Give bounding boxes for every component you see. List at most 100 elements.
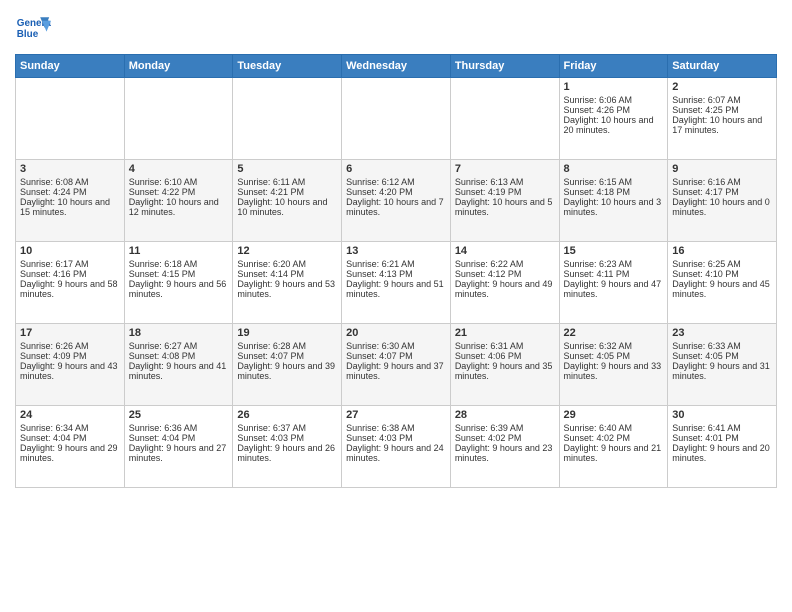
weekday-header-tuesday: Tuesday	[233, 55, 342, 78]
day-number: 22	[564, 327, 664, 339]
day-cell: 4Sunrise: 6:10 AMSunset: 4:22 PMDaylight…	[124, 160, 233, 242]
day-info-line: Sunset: 4:07 PM	[237, 351, 337, 361]
day-cell: 17Sunrise: 6:26 AMSunset: 4:09 PMDayligh…	[16, 324, 125, 406]
day-info-line: Sunset: 4:19 PM	[455, 187, 555, 197]
day-info-line: Daylight: 10 hours and 12 minutes.	[129, 197, 229, 217]
logo-icon: General Blue	[15, 10, 51, 46]
day-number: 17	[20, 327, 120, 339]
day-info-line: Sunset: 4:17 PM	[672, 187, 772, 197]
day-info-line: Sunset: 4:13 PM	[346, 269, 446, 279]
day-cell: 2Sunrise: 6:07 AMSunset: 4:25 PMDaylight…	[668, 78, 777, 160]
day-info-line: Sunset: 4:09 PM	[20, 351, 120, 361]
week-row-0: 1Sunrise: 6:06 AMSunset: 4:26 PMDaylight…	[16, 78, 777, 160]
day-info-line: Sunrise: 6:41 AM	[672, 423, 772, 433]
calendar-table: SundayMondayTuesdayWednesdayThursdayFrid…	[15, 54, 777, 488]
day-cell: 20Sunrise: 6:30 AMSunset: 4:07 PMDayligh…	[342, 324, 451, 406]
day-info-line: Sunset: 4:05 PM	[672, 351, 772, 361]
day-info-line: Daylight: 9 hours and 39 minutes.	[237, 361, 337, 381]
day-cell: 11Sunrise: 6:18 AMSunset: 4:15 PMDayligh…	[124, 242, 233, 324]
day-info-line: Sunset: 4:26 PM	[564, 105, 664, 115]
day-number: 2	[672, 81, 772, 93]
day-cell: 13Sunrise: 6:21 AMSunset: 4:13 PMDayligh…	[342, 242, 451, 324]
day-cell	[233, 78, 342, 160]
day-info-line: Sunrise: 6:08 AM	[20, 177, 120, 187]
day-number: 11	[129, 245, 229, 257]
day-info-line: Daylight: 9 hours and 23 minutes.	[455, 443, 555, 463]
day-cell: 6 Sunrise: 6:12 AMSunset: 4:20 PMDaylight…	[342, 160, 451, 242]
day-info-line: Sunrise: 6:34 AM	[20, 423, 120, 433]
day-info-line: Sunset: 4:24 PM	[20, 187, 120, 197]
day-info-line: Daylight: 9 hours and 47 minutes.	[564, 279, 664, 299]
day-number: 21	[455, 327, 555, 339]
day-info-line: Daylight: 9 hours and 51 minutes.	[346, 279, 446, 299]
day-info-line: Sunrise: 6:12 AM	[346, 177, 446, 187]
logo: General Blue	[15, 10, 51, 46]
day-info-line: Sunrise: 6:17 AM	[20, 259, 120, 269]
day-info-line: Daylight: 9 hours and 53 minutes.	[237, 279, 337, 299]
day-info-line: Sunset: 4:03 PM	[346, 433, 446, 443]
day-info-line: Sunrise: 6:23 AM	[564, 259, 664, 269]
day-info-line: Sunset: 4:11 PM	[564, 269, 664, 279]
day-info-line: Sunrise: 6:15 AM	[564, 177, 664, 187]
day-info-line: Sunrise: 6:10 AM	[129, 177, 229, 187]
day-info-line: Sunrise: 6:28 AM	[237, 341, 337, 351]
day-number: 28	[455, 409, 555, 421]
day-cell	[450, 78, 559, 160]
day-info-line: Daylight: 10 hours and 20 minutes.	[564, 115, 664, 135]
day-number: 6	[346, 163, 446, 175]
day-info-line: Sunrise: 6:11 AM	[237, 177, 337, 187]
day-info-line: Sunrise: 6:32 AM	[564, 341, 664, 351]
day-number: 16	[672, 245, 772, 257]
day-number: 18	[129, 327, 229, 339]
day-number: 3	[20, 163, 120, 175]
day-cell: 3 Sunrise: 6:08 AMSunset: 4:24 PMDaylight…	[16, 160, 125, 242]
day-info-line: Sunrise: 6:25 AM	[672, 259, 772, 269]
day-info-line: Daylight: 9 hours and 41 minutes.	[129, 361, 229, 381]
day-info-line: Sunrise: 6:40 AM	[564, 423, 664, 433]
day-info-line: Sunset: 4:06 PM	[455, 351, 555, 361]
day-number: 4	[129, 163, 229, 175]
day-cell: 30Sunrise: 6:41 AMSunset: 4:01 PMDayligh…	[668, 406, 777, 488]
day-info-line: Sunset: 4:08 PM	[129, 351, 229, 361]
day-cell	[124, 78, 233, 160]
day-cell: 29Sunrise: 6:40 AMSunset: 4:02 PMDayligh…	[559, 406, 668, 488]
day-info-line: Sunset: 4:20 PM	[346, 187, 446, 197]
day-info-line: Daylight: 10 hours and 5 minutes.	[455, 197, 555, 217]
day-cell: 21Sunrise: 6:31 AMSunset: 4:06 PMDayligh…	[450, 324, 559, 406]
week-row-1: 3Sunrise: 6:08 AMSunset: 4:24 PMDaylight…	[16, 160, 777, 242]
day-number: 30	[672, 409, 772, 421]
day-info-line: Daylight: 9 hours and 26 minutes.	[237, 443, 337, 463]
day-cell: 19Sunrise: 6:28 AMSunset: 4:07 PMDayligh…	[233, 324, 342, 406]
weekday-header-thursday: Thursday	[450, 55, 559, 78]
day-info-line: Daylight: 10 hours and 15 minutes.	[20, 197, 120, 217]
day-number: 26	[237, 409, 337, 421]
day-info-line: Sunset: 4:16 PM	[20, 269, 120, 279]
header: General Blue	[15, 10, 777, 46]
day-number: 13	[346, 245, 446, 257]
day-cell: 10Sunrise: 6:17 AMSunset: 4:16 PMDayligh…	[16, 242, 125, 324]
day-cell	[342, 78, 451, 160]
day-info-line: Daylight: 10 hours and 17 minutes.	[672, 115, 772, 135]
day-info-line: Daylight: 10 hours and 7 minutes.	[346, 197, 446, 217]
day-info-line: Sunrise: 6:18 AM	[129, 259, 229, 269]
day-info-line: Sunrise: 6:31 AM	[455, 341, 555, 351]
day-info-line: Sunset: 4:02 PM	[564, 433, 664, 443]
day-info-line: Sunset: 4:04 PM	[20, 433, 120, 443]
day-info-line: Daylight: 10 hours and 0 minutes.	[672, 197, 772, 217]
day-number: 27	[346, 409, 446, 421]
day-info-line: Daylight: 9 hours and 45 minutes.	[672, 279, 772, 299]
week-row-4: 24Sunrise: 6:34 AMSunset: 4:04 PMDayligh…	[16, 406, 777, 488]
day-info-line: Sunset: 4:07 PM	[346, 351, 446, 361]
day-cell: 7Sunrise: 6:13 AMSunset: 4:19 PMDaylight…	[450, 160, 559, 242]
day-info-line: Sunrise: 6:33 AM	[672, 341, 772, 351]
day-cell: 28Sunrise: 6:39 AMSunset: 4:02 PMDayligh…	[450, 406, 559, 488]
day-info-line: Sunrise: 6:38 AM	[346, 423, 446, 433]
day-info-line: Sunset: 4:04 PM	[129, 433, 229, 443]
day-number: 14	[455, 245, 555, 257]
day-cell: 22Sunrise: 6:32 AMSunset: 4:05 PMDayligh…	[559, 324, 668, 406]
day-cell: 5Sunrise: 6:11 AMSunset: 4:21 PMDaylight…	[233, 160, 342, 242]
day-info-line: Sunrise: 6:26 AM	[20, 341, 120, 351]
day-number: 1	[564, 81, 664, 93]
day-info-line: Daylight: 9 hours and 24 minutes.	[346, 443, 446, 463]
day-cell: 12Sunrise: 6:20 AMSunset: 4:14 PMDayligh…	[233, 242, 342, 324]
